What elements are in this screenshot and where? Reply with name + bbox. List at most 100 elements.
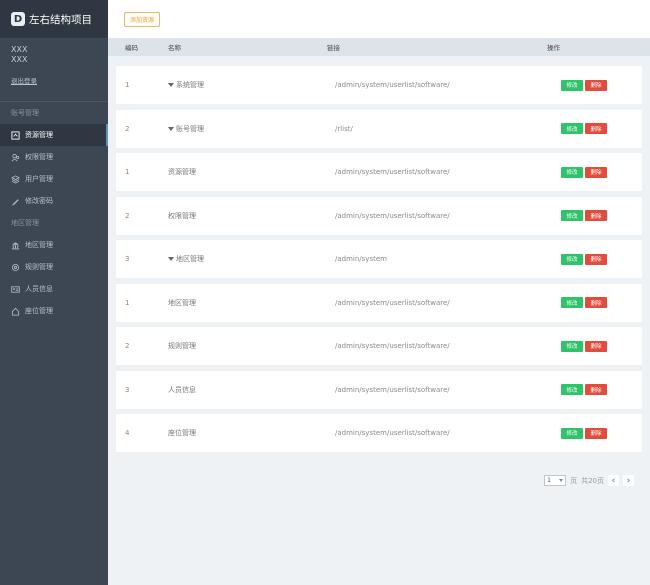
cell-link: /rlist/ — [335, 124, 353, 133]
add-resource-button[interactable]: 添加资源 — [124, 11, 161, 27]
cell-actions: 修改 删除 — [555, 79, 642, 91]
brand-logo-icon: D — [11, 12, 25, 26]
caret-down-icon[interactable] — [168, 257, 174, 261]
cell-actions: 修改 删除 — [555, 340, 642, 352]
caret-down-icon[interactable] — [168, 83, 174, 87]
chevron-down-icon — [559, 479, 564, 482]
cell-link: /admin/system — [335, 255, 387, 263]
table-row: 2 规则管理/admin/system/userlist/software/修改删… — [116, 327, 642, 365]
delete-button[interactable]: 删除 — [585, 297, 607, 308]
edit-button[interactable]: 修改 — [561, 253, 583, 265]
sidebar-item-label: 规则管理 — [25, 263, 53, 271]
user-panel: XXX XXX 退出登录 — [0, 38, 108, 102]
cell-name: 人员信息 — [160, 385, 335, 395]
nav-group-title: 账号管理 — [11, 109, 39, 117]
edit-button[interactable]: 修改 — [561, 297, 583, 308]
sidebar-item[interactable]: 资源管理 — [0, 124, 108, 146]
cell-actions: 修改 删除 — [555, 166, 642, 178]
cell-name-text: 规则管理 — [168, 342, 196, 350]
sidebar-item-label: 人员信息 — [25, 285, 53, 293]
gear-icon — [11, 263, 20, 272]
cell-name-text: 资源管理 — [168, 168, 196, 176]
layers-icon — [11, 174, 20, 184]
table-row: 1 资源管理/admin/system/userlist/software/修改删… — [116, 153, 642, 191]
sidebar-item[interactable]: 座位管理 — [0, 300, 108, 322]
delete-button[interactable]: 删除 — [585, 79, 607, 91]
cell-id: 1 — [125, 81, 130, 89]
bank-icon — [11, 241, 20, 250]
table-header: 编码 名称 链接 操作 — [108, 38, 650, 56]
cell-name[interactable]: 地区管理 — [160, 254, 335, 264]
toolbar: 添加资源 — [108, 0, 650, 38]
brand: D 左右结构项目 — [0, 0, 108, 38]
edit-button[interactable]: 修改 — [561, 340, 583, 352]
cell-name-text: 地区管理 — [168, 298, 196, 307]
logout-link[interactable]: 退出登录 — [11, 75, 37, 85]
cell-id: 1 — [125, 298, 130, 307]
cell-id: 2 — [125, 342, 130, 350]
cell-name: 权限管理 — [160, 211, 335, 221]
cell-name: 地区管理 — [160, 298, 335, 308]
edit-button[interactable]: 修改 — [561, 384, 583, 395]
resource-icon — [11, 130, 20, 140]
page-select[interactable]: 1 — [544, 475, 567, 486]
cell-link: /admin/system/userlist/software/ — [335, 168, 450, 176]
edit-button[interactable]: 修改 — [561, 166, 583, 178]
delete-button[interactable]: 删除 — [585, 340, 607, 352]
edit-button[interactable]: 修改 — [561, 79, 583, 91]
cell-id: 2 — [125, 124, 130, 133]
cell-name-text: 人员信息 — [168, 385, 196, 394]
sidebar-item-label: 座位管理 — [25, 307, 53, 315]
delete-button[interactable]: 删除 — [585, 123, 607, 134]
cell-id: 4 — [125, 429, 130, 437]
delete-button[interactable]: 删除 — [585, 166, 607, 178]
sidebar-nav: 账号管理 资源管理 权限管理 用户管理 修改密码 地区管理 地区管理 规则管理 人员信息 座位管理 — [0, 102, 108, 322]
edit-button[interactable]: 修改 — [561, 427, 583, 439]
cell-name-text: 权限管理 — [168, 211, 196, 220]
table-row: 1 地区管理/admin/system/userlist/software/修改删… — [116, 283, 642, 322]
pagination: 1 页 共20页 ‹ › — [544, 475, 634, 486]
sidebar-item[interactable]: 修改密码 — [0, 190, 108, 212]
brand-title: 左右结构项目 — [29, 13, 92, 26]
table-row: 1 系统管理/admin/system/userlist/software/修改删… — [116, 66, 642, 104]
sidebar-item-label: 权限管理 — [25, 153, 53, 161]
caret-down-icon[interactable] — [168, 126, 174, 131]
nav-group-title: 地区管理 — [11, 219, 39, 227]
id-card-icon — [11, 285, 20, 294]
header-id: 编码 — [125, 44, 138, 52]
next-page-button[interactable]: › — [623, 475, 634, 486]
sidebar-item[interactable]: 权限管理 — [0, 146, 108, 168]
header-link: 链接 — [327, 44, 340, 52]
table-row: 2 账号管理/rlist/修改 删除 — [116, 109, 642, 148]
cell-actions: 修改 删除 — [555, 427, 642, 439]
sidebar-item[interactable]: 规则管理 — [0, 256, 108, 278]
prev-page-button[interactable]: ‹ — [608, 475, 619, 486]
sidebar-item[interactable]: 地区管理 — [0, 234, 108, 256]
cell-actions: 修改 删除 — [555, 123, 642, 134]
delete-button[interactable]: 删除 — [585, 384, 607, 395]
cell-actions: 修改 删除 — [555, 253, 642, 265]
page-suffix: 页 — [570, 476, 578, 485]
cell-name: 规则管理 — [160, 341, 335, 351]
cell-name: 资源管理 — [160, 167, 335, 177]
sidebar-item[interactable]: 人员信息 — [0, 278, 108, 300]
sidebar-item-label: 地区管理 — [25, 241, 53, 249]
delete-button[interactable]: 删除 — [585, 427, 607, 439]
cell-name-text: 地区管理 — [176, 255, 204, 263]
edit-button[interactable]: 修改 — [561, 123, 583, 134]
sidebar-item-label: 资源管理 — [25, 131, 53, 139]
pen-icon — [11, 197, 20, 206]
cell-link: /admin/system/userlist/software/ — [335, 81, 450, 89]
sidebar-item-label: 用户管理 — [25, 175, 53, 183]
cell-link: /admin/system/userlist/software/ — [335, 385, 450, 394]
delete-button[interactable]: 删除 — [585, 210, 607, 221]
edit-button[interactable]: 修改 — [561, 210, 583, 221]
table-row: 4 座位管理/admin/system/userlist/software/修改删… — [116, 414, 642, 452]
sidebar-item[interactable]: 用户管理 — [0, 168, 108, 190]
cell-actions: 修改 删除 — [555, 297, 642, 308]
cell-name[interactable]: 账号管理 — [160, 124, 335, 134]
cell-link: /admin/system/userlist/software/ — [335, 429, 450, 437]
delete-button[interactable]: 删除 — [585, 253, 607, 265]
sidebar-item-label: 修改密码 — [25, 197, 53, 205]
cell-name[interactable]: 系统管理 — [160, 80, 335, 90]
